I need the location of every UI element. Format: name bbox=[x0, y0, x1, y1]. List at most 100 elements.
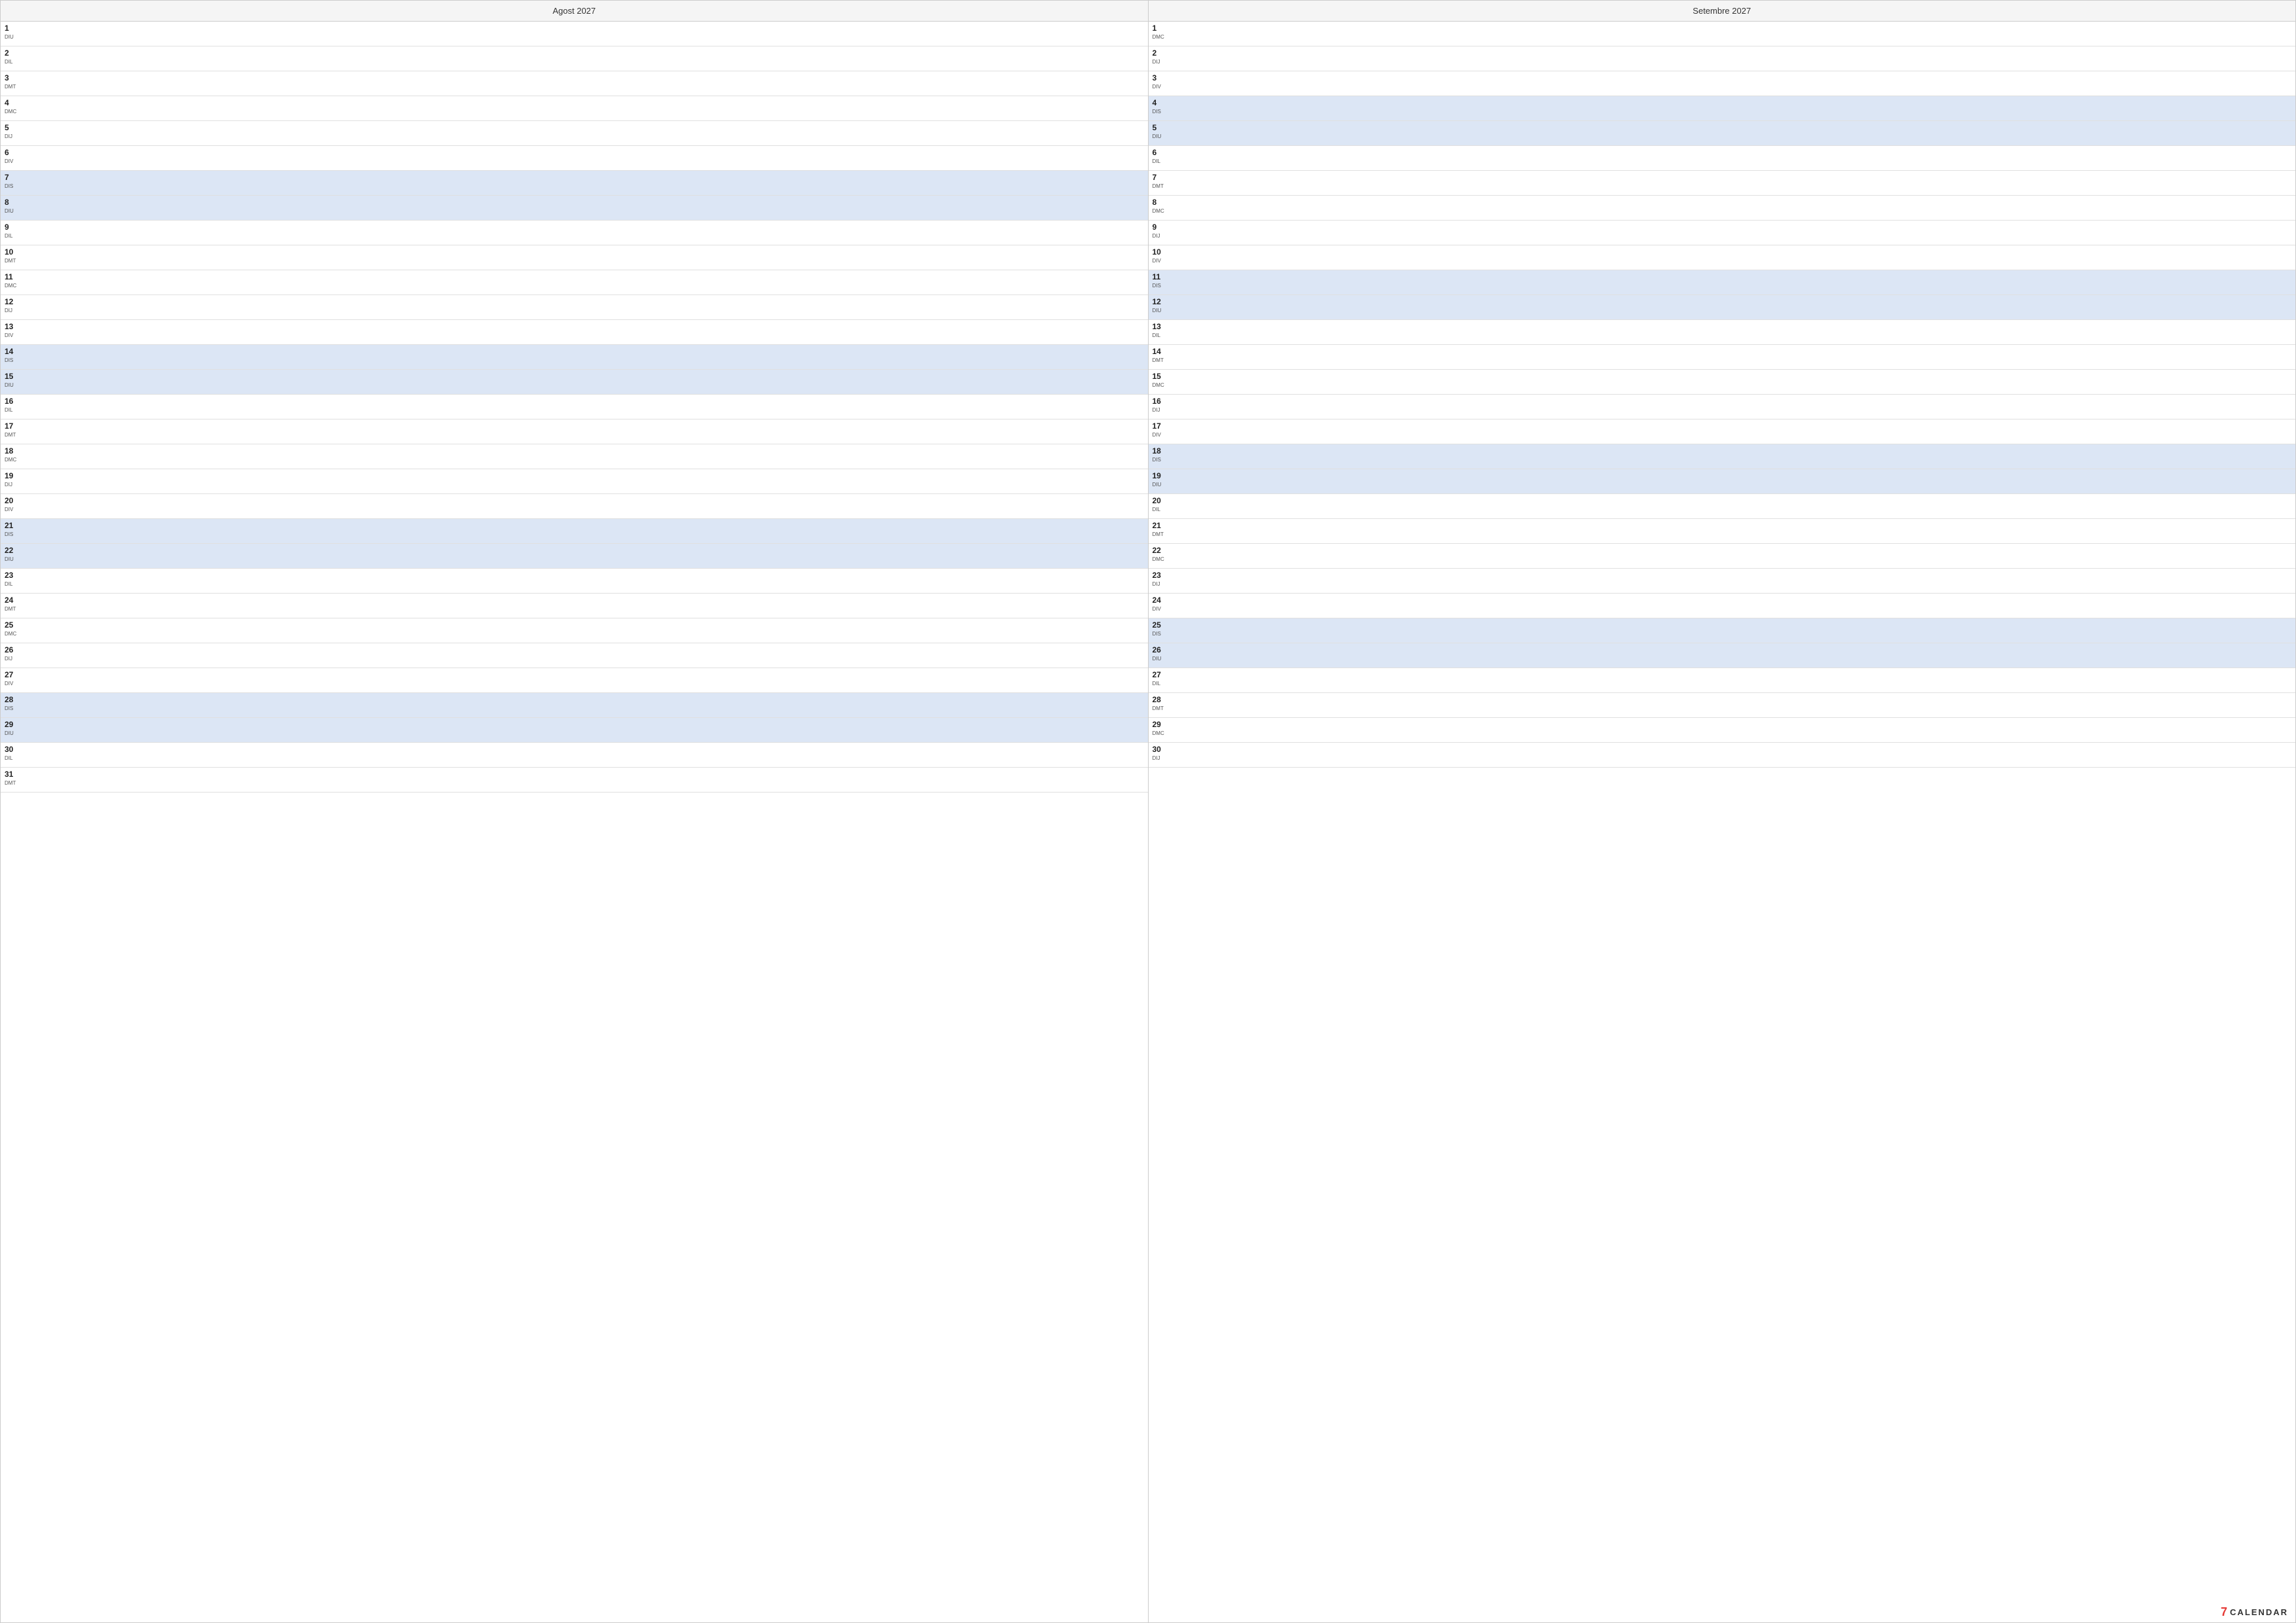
day-row: 6DIL bbox=[1149, 146, 2296, 171]
day-number: 1 bbox=[5, 24, 26, 34]
day-row: 12DIJ bbox=[1, 295, 1148, 320]
day-name: DIU bbox=[5, 556, 26, 563]
day-name: DMT bbox=[1153, 183, 1174, 190]
day-number: 4 bbox=[1153, 98, 1174, 109]
day-name: DIL bbox=[5, 755, 26, 762]
day-row: 17DIV bbox=[1149, 419, 2296, 444]
day-cell: 16DIJ bbox=[1153, 397, 1174, 413]
day-name: DIS bbox=[5, 183, 26, 190]
day-name: DMC bbox=[1153, 730, 1174, 737]
day-name: DIU bbox=[5, 382, 26, 389]
day-name: DIL bbox=[1153, 332, 1174, 339]
month-header-1: Setembre 2027 bbox=[1149, 1, 2296, 22]
day-row: 25DIS bbox=[1149, 618, 2296, 643]
day-cell: 27DIV bbox=[5, 670, 26, 687]
day-cell: 29DMC bbox=[1153, 720, 1174, 736]
day-number: 7 bbox=[5, 173, 26, 183]
day-row: 5DIU bbox=[1149, 121, 2296, 146]
day-row: 7DMT bbox=[1149, 171, 2296, 196]
day-row: 30DIL bbox=[1, 743, 1148, 768]
day-number: 9 bbox=[1153, 223, 1174, 233]
day-cell: 23DIL bbox=[5, 571, 26, 587]
day-row: 2DIL bbox=[1, 46, 1148, 71]
day-cell: 6DIV bbox=[5, 148, 26, 164]
day-cell: 6DIL bbox=[1153, 148, 1174, 164]
day-row: 23DIL bbox=[1, 569, 1148, 594]
day-cell: 28DMT bbox=[1153, 695, 1174, 711]
day-row: 19DIJ bbox=[1, 469, 1148, 494]
day-name: DIV bbox=[1153, 432, 1174, 438]
day-row: 8DIU bbox=[1, 196, 1148, 221]
day-row: 1DIU bbox=[1, 22, 1148, 46]
day-number: 12 bbox=[1153, 297, 1174, 308]
day-name: DMC bbox=[5, 631, 26, 637]
day-row: 4DMC bbox=[1, 96, 1148, 121]
day-row: 3DMT bbox=[1, 71, 1148, 96]
footer-logo-icon: 7 bbox=[2221, 1605, 2227, 1619]
day-cell: 13DIL bbox=[1153, 322, 1174, 338]
day-name: DIS bbox=[5, 705, 26, 712]
day-cell: 22DMC bbox=[1153, 546, 1174, 562]
day-number: 16 bbox=[1153, 397, 1174, 407]
day-number: 31 bbox=[5, 770, 26, 780]
day-cell: 19DIU bbox=[1153, 471, 1174, 488]
day-cell: 18DIS bbox=[1153, 446, 1174, 463]
day-cell: 19DIJ bbox=[5, 471, 26, 488]
day-number: 19 bbox=[1153, 471, 1174, 482]
day-name: DIV bbox=[1153, 606, 1174, 613]
day-number: 1 bbox=[1153, 24, 1174, 34]
month-column-0: Agost 20271DIU2DIL3DMT4DMC5DIJ6DIV7DIS8D… bbox=[1, 1, 1149, 1622]
footer-label: CALENDAR bbox=[2230, 1607, 2288, 1617]
day-row: 23DIJ bbox=[1149, 569, 2296, 594]
day-number: 26 bbox=[1153, 645, 1174, 656]
day-number: 17 bbox=[5, 421, 26, 432]
day-row: 21DMT bbox=[1149, 519, 2296, 544]
day-name: DIJ bbox=[1153, 407, 1174, 414]
footer-bar: 7 CALENDAR bbox=[2213, 1601, 2296, 1623]
day-number: 14 bbox=[1153, 347, 1174, 357]
day-number: 3 bbox=[1153, 73, 1174, 84]
day-name: DMC bbox=[5, 457, 26, 463]
calendar-wrapper: Agost 20271DIU2DIL3DMT4DMC5DIJ6DIV7DIS8D… bbox=[0, 0, 2296, 1623]
day-name: DIV bbox=[5, 681, 26, 687]
day-number: 12 bbox=[5, 297, 26, 308]
day-cell: 7DIS bbox=[5, 173, 26, 189]
day-cell: 3DMT bbox=[5, 73, 26, 90]
day-number: 13 bbox=[5, 322, 26, 332]
day-name: DIJ bbox=[1153, 581, 1174, 588]
day-number: 6 bbox=[1153, 148, 1174, 158]
day-name: DIJ bbox=[5, 482, 26, 488]
day-number: 25 bbox=[1153, 620, 1174, 631]
day-name: DIL bbox=[5, 233, 26, 240]
day-name: DMT bbox=[5, 780, 26, 787]
day-cell: 26DIU bbox=[1153, 645, 1174, 662]
day-row: 16DIJ bbox=[1149, 395, 2296, 419]
day-number: 6 bbox=[5, 148, 26, 158]
day-row: 1DMC bbox=[1149, 22, 2296, 46]
day-row: 31DMT bbox=[1, 768, 1148, 793]
day-name: DIV bbox=[1153, 84, 1174, 90]
day-row: 4DIS bbox=[1149, 96, 2296, 121]
day-number: 18 bbox=[1153, 446, 1174, 457]
day-name: DIS bbox=[1153, 109, 1174, 115]
day-number: 4 bbox=[5, 98, 26, 109]
day-cell: 13DIV bbox=[5, 322, 26, 338]
day-row: 3DIV bbox=[1149, 71, 2296, 96]
day-row: 20DIL bbox=[1149, 494, 2296, 519]
day-name: DIL bbox=[5, 407, 26, 414]
day-row: 11DMC bbox=[1, 270, 1148, 295]
day-name: DIS bbox=[1153, 457, 1174, 463]
day-cell: 2DIL bbox=[5, 48, 26, 65]
day-cell: 15DIU bbox=[5, 372, 26, 388]
day-cell: 20DIL bbox=[1153, 496, 1174, 512]
day-row: 13DIL bbox=[1149, 320, 2296, 345]
day-row: 28DIS bbox=[1, 693, 1148, 718]
day-number: 27 bbox=[1153, 670, 1174, 681]
day-name: DIU bbox=[5, 208, 26, 215]
day-row: 22DMC bbox=[1149, 544, 2296, 569]
month-header-0: Agost 2027 bbox=[1, 1, 1148, 22]
day-name: DMT bbox=[1153, 357, 1174, 364]
day-name: DMT bbox=[5, 258, 26, 264]
day-cell: 1DIU bbox=[5, 24, 26, 40]
day-name: DIU bbox=[5, 34, 26, 41]
